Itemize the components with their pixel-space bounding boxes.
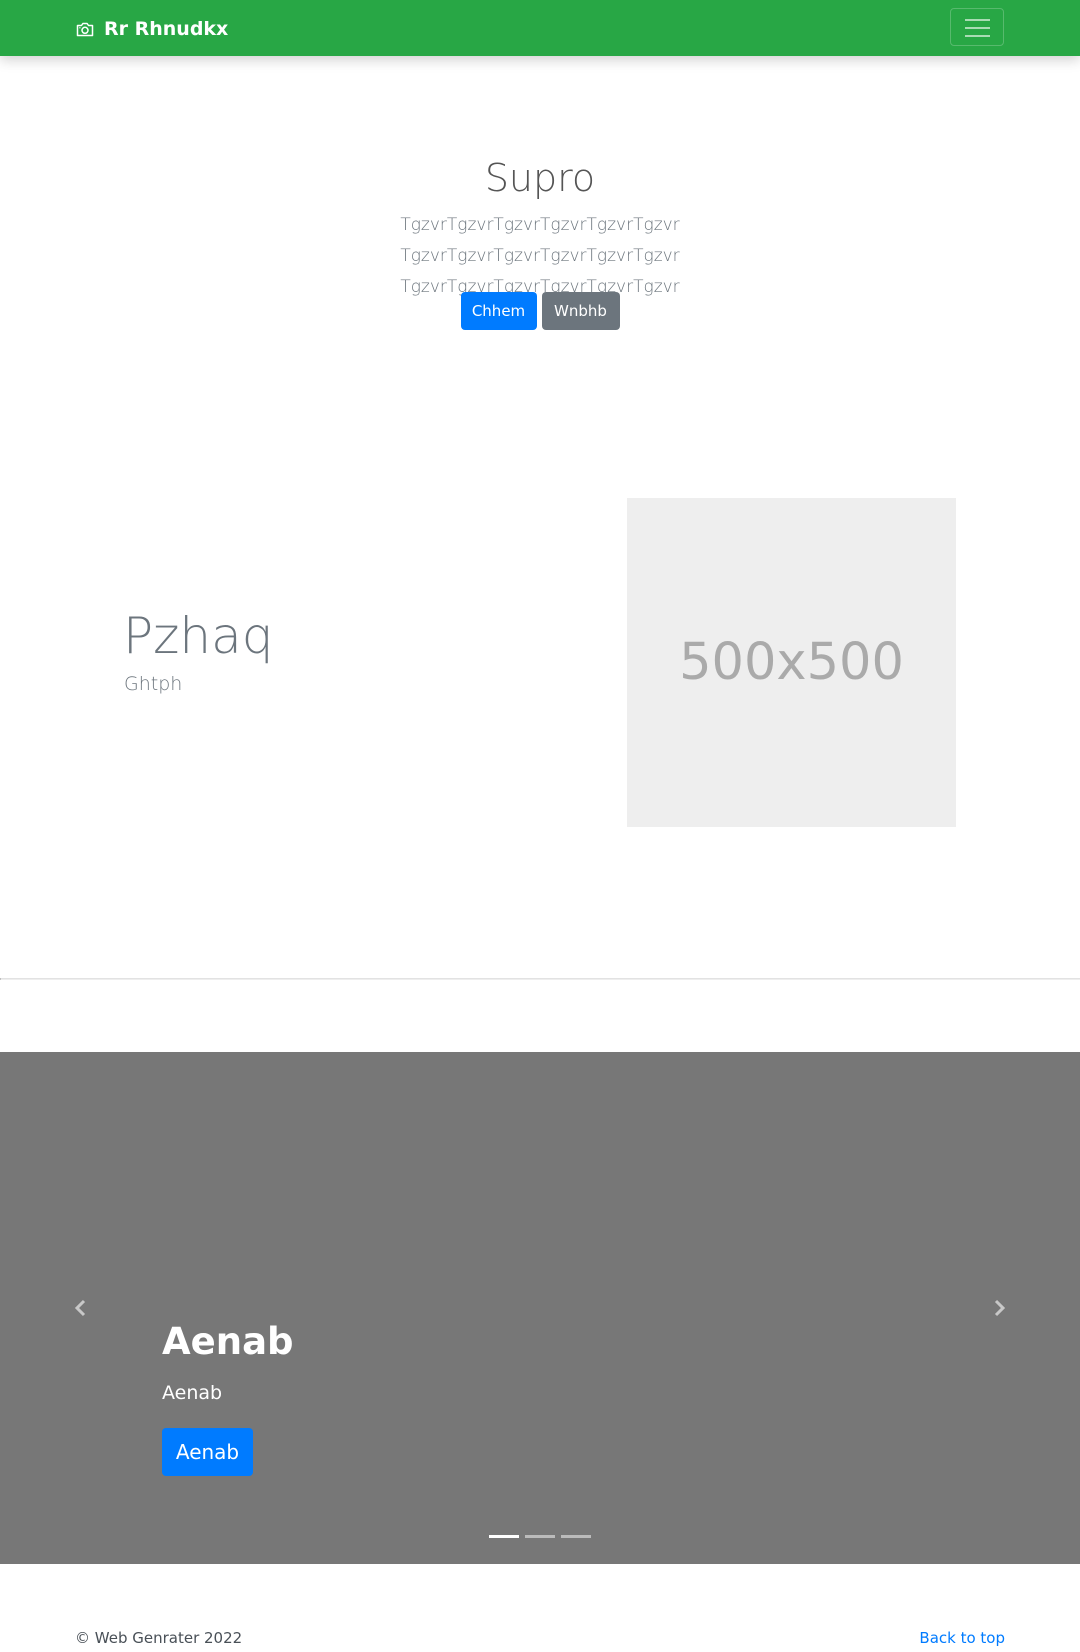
brand-name: Rr Rhnudkx — [104, 18, 229, 40]
carousel-indicator-3[interactable] — [561, 1535, 591, 1538]
carousel-caption-button[interactable]: Aenab — [162, 1428, 253, 1476]
navbar-brand[interactable]: Rr Rhnudkx — [75, 16, 228, 42]
feature-image-placeholder: 500x500 — [627, 498, 956, 827]
feature-heading: Pzhaq — [123, 607, 274, 665]
hero-buttons: Chhem Wnbhb — [0, 292, 1080, 330]
carousel-caption-text: Aenab — [162, 1382, 223, 1404]
carousel-indicator-2[interactable] — [525, 1535, 555, 1538]
camera-icon — [75, 19, 95, 39]
section-divider — [0, 978, 1080, 980]
carousel-caption-title: Aenab — [162, 1320, 294, 1363]
primary-button[interactable]: Chhem — [460, 292, 537, 330]
back-to-top-link[interactable]: Back to top — [919, 1628, 1005, 1648]
hero-lead-text: TgzvrTgzvrTgzvrTgzvrTgzvrTgzvr TgzvrTgzv… — [400, 215, 680, 297]
hero-title: Supro — [484, 156, 596, 200]
carousel-prev-button[interactable] — [61, 1288, 101, 1328]
footer-copyright: © Web Genrater 2022 — [75, 1629, 243, 1647]
carousel-indicators — [0, 1535, 1080, 1538]
navbar: Rr Rhnudkx — [0, 0, 1080, 56]
feature-subheading: Ghtph — [124, 673, 183, 695]
navbar-toggler-button[interactable] — [950, 8, 1004, 46]
carousel-indicator-1[interactable] — [489, 1535, 519, 1538]
chevron-right-icon — [994, 1299, 1006, 1317]
carousel: Aenab Aenab Aenab — [0, 1052, 1080, 1564]
chevron-left-icon — [74, 1299, 86, 1317]
secondary-button[interactable]: Wnbhb — [541, 292, 620, 330]
placeholder-label: 500x500 — [679, 633, 904, 692]
carousel-next-button[interactable] — [979, 1288, 1019, 1328]
